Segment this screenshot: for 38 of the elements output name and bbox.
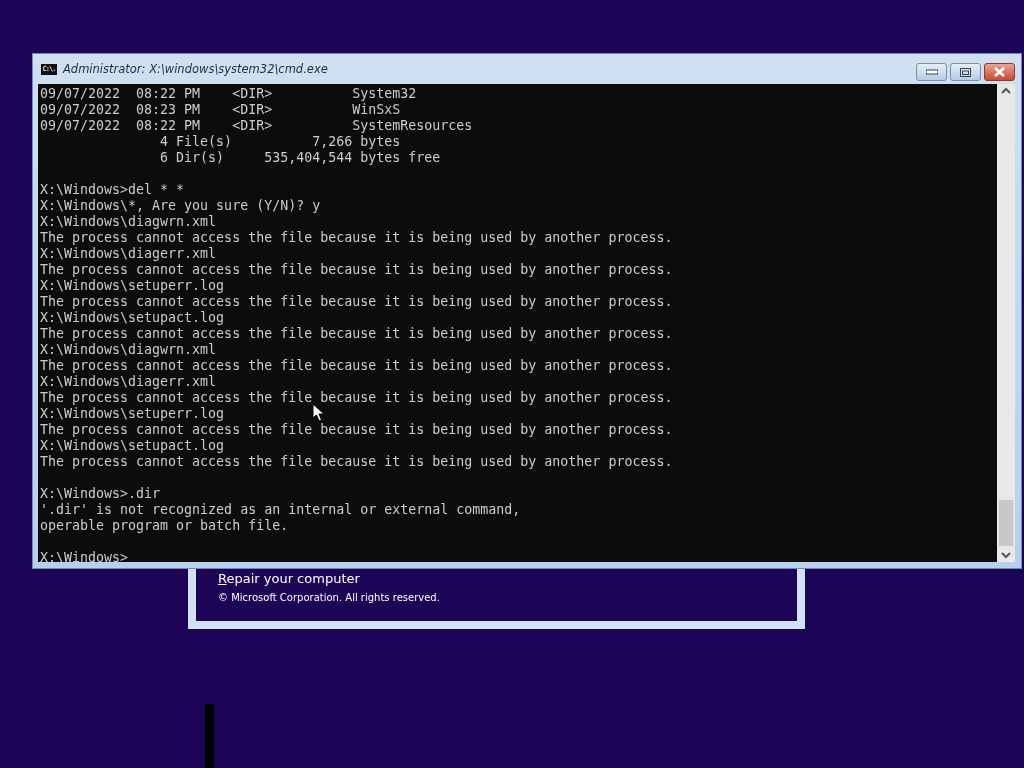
scrollbar[interactable] xyxy=(997,84,1015,562)
console-line: X:\Windows\setuperr.log xyxy=(40,406,225,422)
console-line: 4 File(s) 7,266 bytes xyxy=(159,134,401,150)
maximize-icon xyxy=(960,67,971,77)
scrollbar-thumb[interactable] xyxy=(999,500,1013,546)
console-line: X:\Windows\setuperr.log xyxy=(40,278,225,294)
console-line: The process cannot access the file because it is being used by another process. xyxy=(40,262,673,278)
window-title: Administrator: X:\windows\system32\cmd.exe xyxy=(63,62,329,76)
copyright-text: © Microsoft Corporation. All rights reserved. xyxy=(218,592,441,603)
console-line: X:\Windows\*, Are you sure (Y/N)? y xyxy=(40,198,321,214)
console-line: The process cannot access the file because it is being used by another process. xyxy=(40,422,673,438)
console-line: The process cannot access the file because it is being used by another process. xyxy=(40,326,673,342)
console-line: X:\Windows\diagwrn.xml xyxy=(40,342,217,358)
minimize-icon xyxy=(925,69,938,75)
console-line: X:\Windows\diagerr.xml xyxy=(40,374,217,390)
console-line: The process cannot access the file because it is being used by another process. xyxy=(40,230,673,246)
console-line: 09/07/2022 08:22 PM <DIR> SystemResources xyxy=(40,118,473,134)
mouse-pointer-icon xyxy=(312,403,325,422)
close-button[interactable] xyxy=(984,63,1015,81)
maximize-button[interactable] xyxy=(950,63,981,81)
console-line: operable program or batch file. xyxy=(40,518,289,534)
repair-computer-link[interactable]: Repair your computer xyxy=(218,571,360,586)
console-line: '.dir' is not recognized as an internal or external command, xyxy=(40,502,521,518)
console-line: X:\Windows>del * * xyxy=(40,182,185,198)
console-line: The process cannot access the file because it is being used by another process. xyxy=(40,358,673,374)
console-line: The process cannot access the file because it is being used by another process. xyxy=(40,390,673,406)
console-line: 09/07/2022 08:22 PM <DIR> System32 xyxy=(40,86,417,102)
vertical-bar xyxy=(205,704,214,768)
console-line: 6 Dir(s) 535,404,544 bytes free xyxy=(159,150,441,166)
console-line: 09/07/2022 08:23 PM <DIR> WinSxS xyxy=(40,102,401,118)
console-line: X:\Windows>.dir xyxy=(40,486,161,502)
console-line: The process cannot access the file because it is being used by another process. xyxy=(40,294,673,310)
console-line: X:\Windows\setupact.log xyxy=(40,438,225,454)
console-line: X:\Windows\diagwrn.xml xyxy=(40,214,217,230)
console-line: X:\Windows\diagerr.xml xyxy=(40,246,217,262)
console-line: The process cannot access the file because it is being used by another process. xyxy=(40,454,673,470)
console-line: X:\Windows\setupact.log xyxy=(40,310,225,326)
close-icon xyxy=(994,67,1005,77)
